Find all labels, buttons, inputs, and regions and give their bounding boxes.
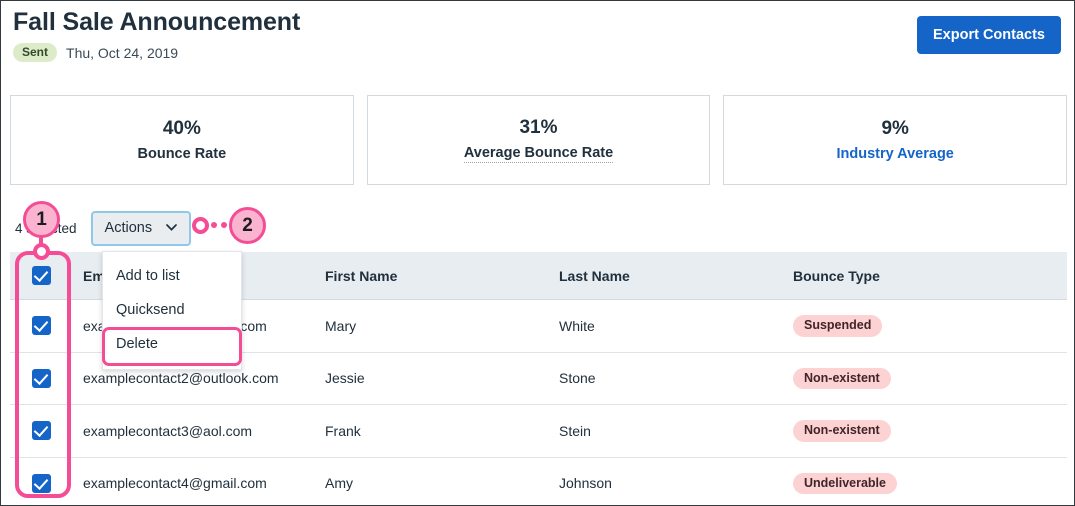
column-header-last-name[interactable]: Last Name bbox=[559, 252, 793, 300]
row-select-cell bbox=[10, 299, 83, 353]
cell-last-name: Stone bbox=[559, 352, 793, 405]
cell-first-name: Mary bbox=[325, 299, 559, 353]
cell-first-name: Amy bbox=[325, 457, 559, 505]
select-all-checkbox[interactable] bbox=[32, 266, 51, 285]
cell-email: examplecontact3@aol.com bbox=[83, 404, 325, 458]
stat-value: 40% bbox=[162, 118, 201, 139]
chevron-down-icon bbox=[166, 223, 177, 234]
page-title: Fall Sale Announcement bbox=[13, 8, 301, 36]
sent-date: Thu, Oct 24, 2019 bbox=[66, 44, 179, 61]
stat-card-bounce-rate: 40% Bounce Rate bbox=[10, 95, 354, 185]
table-row: examplecontact4@gmail.com Amy Johnson Un… bbox=[10, 457, 1067, 505]
row-select-cell bbox=[10, 404, 83, 458]
cell-last-name: White bbox=[559, 299, 793, 353]
cell-first-name: Frank bbox=[325, 404, 559, 458]
cell-bounce-type: Suspended bbox=[793, 299, 1067, 353]
actions-dropdown-menu: Add to list Quicksend Delete bbox=[102, 251, 242, 370]
row-checkbox[interactable] bbox=[32, 421, 51, 441]
cell-bounce-type: Undeliverable bbox=[793, 457, 1067, 505]
bounce-type-badge: Suspended bbox=[793, 315, 883, 337]
table-row: examplecontact3@aol.com Frank Stein Non-… bbox=[10, 404, 1067, 458]
bounce-type-badge: Non-existent bbox=[793, 420, 891, 442]
industry-average-link[interactable]: Industry Average bbox=[836, 146, 953, 162]
callout-2-target-ring bbox=[192, 217, 209, 234]
stat-label-tooltip[interactable]: Average Bounce Rate bbox=[463, 145, 614, 163]
row-select-cell bbox=[10, 352, 83, 405]
page-root: Fall Sale Announcement Sent Thu, Oct 24,… bbox=[0, 0, 1075, 506]
stat-label: Bounce Rate bbox=[137, 146, 227, 162]
stat-value: 31% bbox=[519, 117, 558, 138]
cell-bounce-type: Non-existent bbox=[793, 352, 1067, 405]
menu-item-quicksend[interactable]: Quicksend bbox=[103, 293, 241, 327]
column-header-first-name[interactable]: First Name bbox=[325, 252, 559, 300]
callout-badge-1: 1 bbox=[23, 201, 60, 238]
cell-last-name: Johnson bbox=[559, 457, 793, 505]
bounce-type-badge: Non-existent bbox=[793, 367, 891, 389]
row-select-cell bbox=[10, 457, 83, 505]
cell-email: examplecontact4@gmail.com bbox=[83, 457, 325, 505]
stats-row: 40% Bounce Rate 31% Average Bounce Rate … bbox=[10, 95, 1068, 185]
actions-button-label: Actions bbox=[104, 220, 153, 236]
callout-1-target-ring bbox=[33, 243, 50, 260]
cell-last-name: Stein bbox=[559, 404, 793, 458]
campaign-meta: Sent Thu, Oct 24, 2019 bbox=[13, 43, 178, 62]
stat-card-average-bounce-rate: 31% Average Bounce Rate bbox=[366, 95, 711, 185]
stat-value: 9% bbox=[881, 118, 909, 139]
column-header-bounce-type[interactable]: Bounce Type bbox=[793, 252, 1067, 300]
actions-dropdown-button[interactable]: Actions bbox=[90, 211, 192, 246]
row-checkbox[interactable] bbox=[32, 473, 51, 493]
cell-bounce-type: Non-existent bbox=[793, 404, 1067, 458]
status-badge: Sent bbox=[13, 43, 58, 62]
callout-badge-2: 2 bbox=[229, 207, 266, 244]
stat-card-industry-average: 9% Industry Average bbox=[723, 95, 1068, 185]
export-contacts-button[interactable]: Export Contacts bbox=[917, 16, 1061, 54]
row-checkbox[interactable] bbox=[32, 368, 51, 388]
cell-first-name: Jessie bbox=[325, 352, 559, 405]
menu-item-add-to-list[interactable]: Add to list bbox=[103, 259, 241, 293]
bounce-type-badge: Undeliverable bbox=[793, 472, 897, 494]
menu-item-delete[interactable]: Delete bbox=[103, 327, 241, 361]
select-all-header bbox=[10, 252, 83, 300]
row-checkbox[interactable] bbox=[32, 316, 51, 336]
